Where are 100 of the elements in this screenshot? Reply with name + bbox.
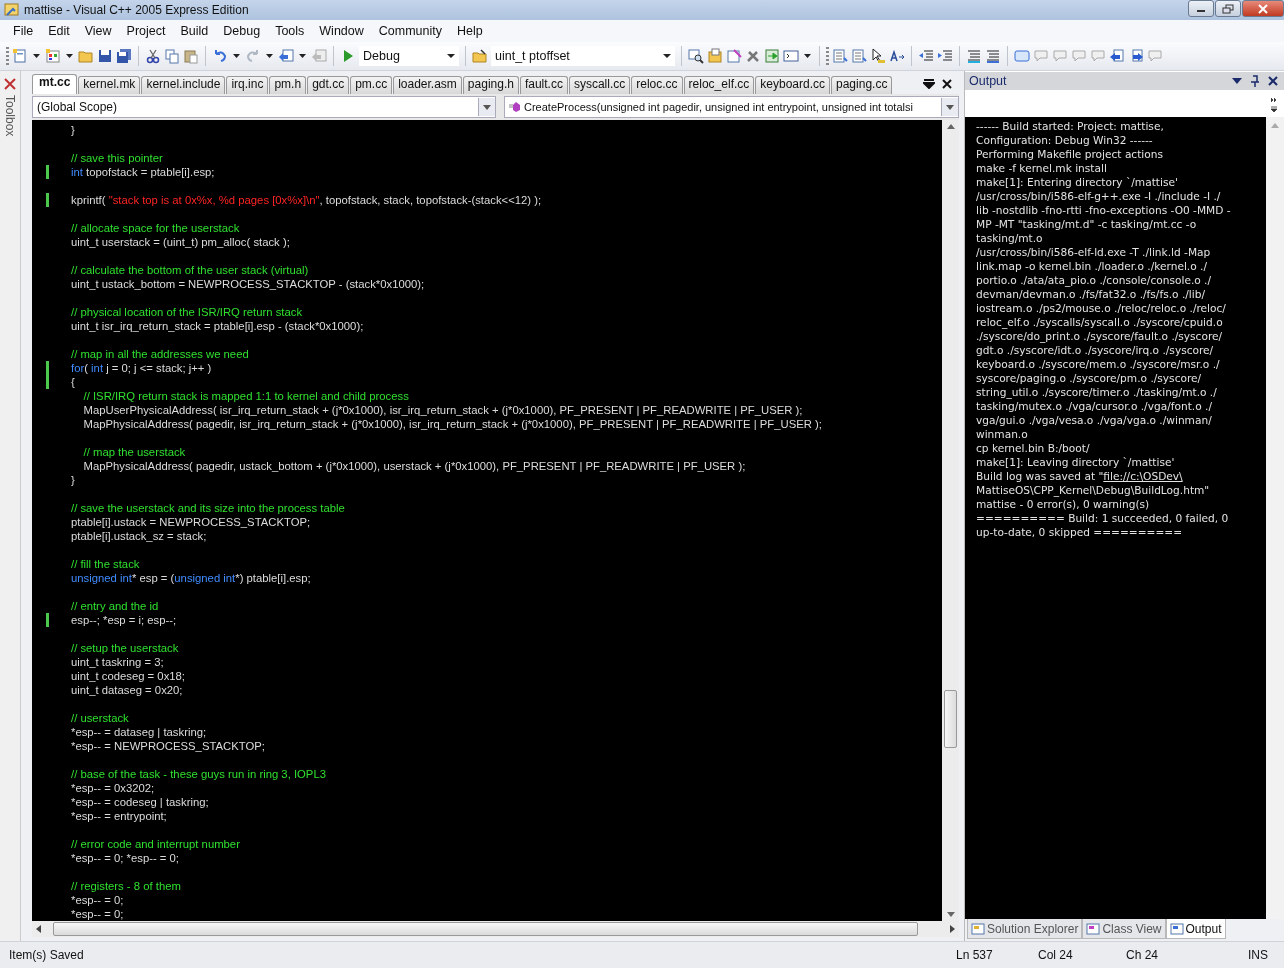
file-tab[interactable]: irq.inc [226, 76, 269, 94]
file-tab[interactable]: kernel.include [141, 76, 226, 94]
caret-icon[interactable] [299, 54, 306, 58]
document-icon[interactable] [12, 48, 28, 64]
list-icon[interactable] [832, 48, 848, 64]
file-tab[interactable]: kernel.mk [78, 76, 141, 94]
char-number: Ch 24 [1126, 948, 1160, 962]
toolbox-tab[interactable]: Toolbox [3, 95, 17, 137]
code-line: // map in all the addresses we need [71, 347, 249, 361]
caret-icon[interactable] [66, 54, 73, 58]
code-line: *esp-- = entrypoint; [71, 809, 167, 823]
cursor-icon[interactable] [870, 48, 886, 64]
arrow-icon[interactable] [1109, 48, 1125, 64]
caret-icon[interactable] [233, 54, 240, 58]
caret-icon[interactable] [804, 54, 811, 58]
pin-icon[interactable] [1250, 75, 1260, 87]
configuration-dropdown[interactable]: Debug [359, 46, 459, 66]
file-tab[interactable]: reloc_elf.cc [683, 76, 755, 94]
code-line: *esp-- = 0x3202; [71, 781, 155, 795]
lines-icon[interactable] [966, 48, 982, 64]
clipboard-icon[interactable] [183, 48, 199, 64]
file-tab[interactable]: keyboard.cc [755, 76, 830, 94]
close-icon[interactable] [941, 77, 953, 90]
arrow-box-icon[interactable] [764, 48, 780, 64]
undo-icon[interactable] [212, 48, 228, 64]
outdent-icon[interactable] [918, 48, 934, 64]
magnifier-icon[interactable] [688, 48, 704, 64]
menu-item[interactable]: Build [172, 24, 216, 38]
indent-icon[interactable] [937, 48, 953, 64]
menu-item[interactable]: Debug [215, 24, 268, 38]
close-icon[interactable] [1268, 76, 1278, 86]
text-icon[interactable] [889, 48, 905, 64]
up-arrow-icon[interactable] [946, 124, 955, 129]
window-arrow-icon[interactable] [278, 48, 294, 64]
code-line: // error code and interrupt number [71, 837, 240, 851]
right-arrow-icon[interactable] [950, 925, 955, 933]
window-icon[interactable] [783, 48, 799, 64]
menu-item[interactable]: Community [370, 24, 449, 38]
caret-icon [663, 54, 671, 58]
file-tab[interactable]: pm.h [269, 76, 307, 94]
output-line: MP -MT "tasking/mt.d" -c tasking/mt.cc -o [976, 218, 1197, 230]
code-line: MapPhysicalAddress( pagedir, ustack_bottom + (j*0x1000), userstack + (j*0x1000), PF_PRESENT | PF_READWRITE | PF_USER ); [82, 459, 746, 473]
document-icon[interactable] [726, 48, 742, 64]
vertical-scrollbar[interactable] [942, 120, 959, 921]
output-line: make[1]: Leaving directory `/mattise' [976, 456, 1175, 468]
grid-icon[interactable] [45, 48, 61, 64]
vertical-scrollbar[interactable] [1266, 117, 1284, 919]
panel-tab[interactable]: Class View [1082, 919, 1166, 939]
code-editor[interactable] [32, 120, 942, 921]
insert-mode: INS [1248, 948, 1269, 962]
scroll-thumb[interactable] [53, 922, 918, 936]
file-tab[interactable]: syscall.cc [568, 76, 631, 94]
menu-item[interactable]: Window [311, 24, 371, 38]
panel-tab[interactable]: Solution Explorer [967, 919, 1083, 939]
down-arrow-icon[interactable] [946, 912, 955, 917]
caret-icon[interactable] [1232, 78, 1242, 84]
find-dropdown[interactable]: uint_t ptoffset [491, 46, 675, 66]
left-arrow-icon[interactable] [36, 925, 41, 933]
file-tab[interactable]: loader.asm [393, 76, 462, 94]
log-link[interactable]: file://c:\OSDev\ [1103, 470, 1183, 482]
scroll-thumb[interactable] [944, 690, 957, 748]
close-button[interactable] [1242, 0, 1284, 17]
floppy-disks-icon[interactable] [116, 48, 132, 64]
code-line: // registers - 8 of them [71, 879, 181, 893]
code-line: uint_t dataseg = 0x20; [71, 683, 183, 697]
file-tab[interactable]: gdt.cc [307, 76, 350, 94]
file-tab[interactable]: fault.cc [519, 76, 568, 94]
overflow-icon[interactable] [1270, 95, 1278, 112]
output-line: Configuration: Debug Win32 ------ [976, 134, 1153, 146]
menu-item[interactable]: Help [449, 24, 490, 38]
lines-icon[interactable] [985, 48, 1001, 64]
menu-item[interactable]: Edit [40, 24, 77, 38]
menu-item[interactable]: Project [118, 24, 173, 38]
caret-icon[interactable] [266, 54, 273, 58]
output-line: keyboard.o ./syscore/mem.o ./syscore/msr.o ./ [976, 358, 1220, 370]
minimize-button[interactable] [1188, 0, 1214, 17]
horizontal-scrollbar[interactable] [32, 921, 959, 937]
menu-item[interactable]: Tools [267, 24, 312, 38]
file-tab[interactable]: pm.cc [350, 76, 393, 94]
code-line: *esp-- = 0; [71, 907, 124, 921]
caret-icon[interactable] [33, 54, 40, 58]
restore-button[interactable] [1215, 0, 1241, 17]
menu-item[interactable]: File [5, 24, 41, 38]
panel-tab[interactable]: Output [1165, 919, 1226, 939]
rectangle-icon[interactable] [1014, 48, 1030, 64]
code-line: // allocate space for the userstack [71, 221, 240, 235]
member-dropdown[interactable]: CreateProcess(unsigned int pagedir, unsigned int entrypoint, unsigned int totalsi [504, 96, 959, 118]
file-tab[interactable]: reloc.cc [631, 76, 683, 94]
code-line: MapPhysicalAddress( pagedir, isr_irq_return_stack + (j*0x1000), isr_irq_return_stack + (j*0x1000), PF_PRESENT | PF_READWRITE | PF_USER ); [82, 417, 822, 431]
code-line: { [71, 375, 75, 389]
dropdown-icon[interactable] [923, 78, 935, 89]
file-tab[interactable]: mt.cc [32, 74, 78, 94]
list-icon[interactable] [851, 48, 867, 64]
code-line: uint_t taskring = 3; [71, 655, 164, 669]
file-tab[interactable]: paging.h [462, 76, 519, 94]
file-tab[interactable]: paging.cc [831, 76, 893, 94]
folder-icon[interactable] [472, 48, 488, 64]
menu-item[interactable]: View [76, 24, 119, 38]
scope-dropdown[interactable]: (Global Scope) [32, 96, 496, 118]
scissors-icon[interactable] [145, 48, 161, 64]
